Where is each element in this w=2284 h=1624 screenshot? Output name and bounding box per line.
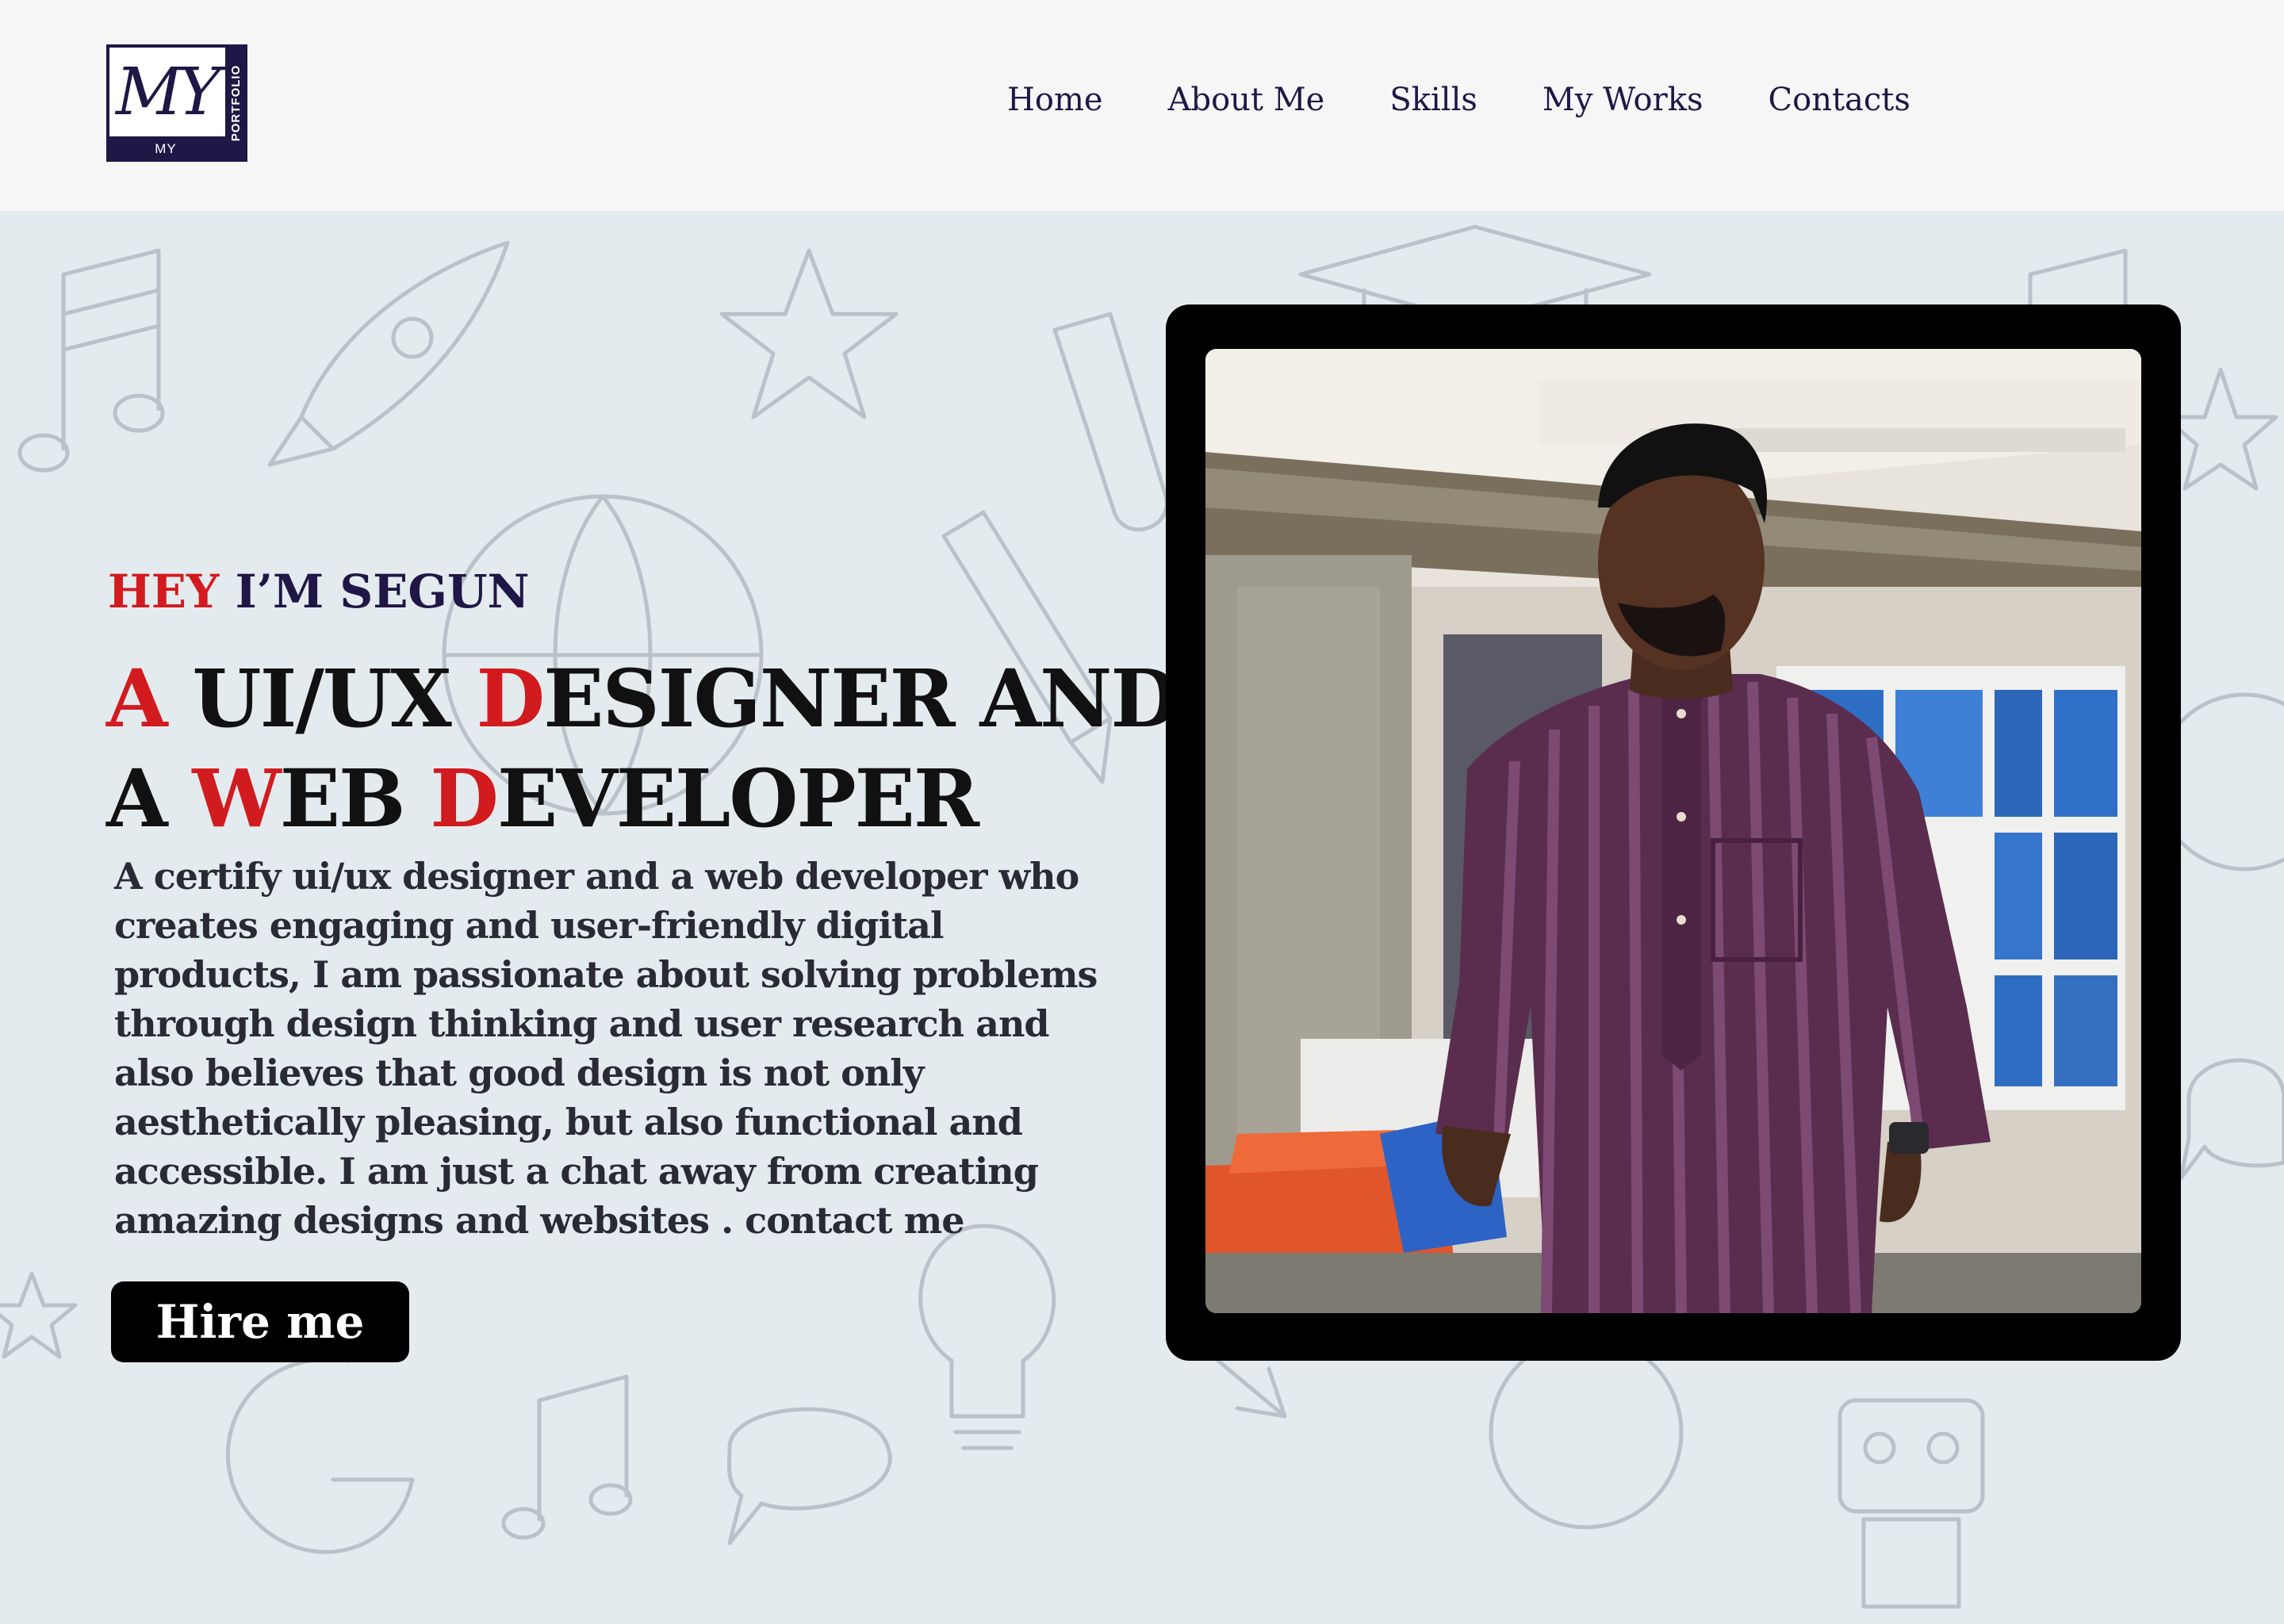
bio-line: A certify ui/ux designer and a web devel… [114, 855, 1079, 898]
headline-text: A [106, 752, 193, 845]
g-letter-doodle [225, 1357, 415, 1554]
profile-photo-frame [1166, 304, 2181, 1361]
headline-text: EB [279, 752, 431, 845]
greeting-accent: HEY [108, 565, 220, 619]
star-right-icon [2163, 367, 2278, 491]
nav-my-works[interactable]: My Works [1542, 76, 1703, 124]
hire-me-button[interactable]: Hire me [111, 1281, 409, 1362]
headline-initial-w: W [192, 752, 281, 845]
headline-text: EVELOPER [497, 752, 979, 845]
main-nav: Home About Me Skills My Works Contacts [1007, 76, 1910, 124]
nav-about-me[interactable]: About Me [1168, 76, 1325, 124]
nav-home[interactable]: Home [1007, 76, 1103, 124]
test-tube-icon [1052, 312, 1169, 532]
profile-photo [1205, 349, 2141, 1313]
bio-line: aesthetically pleasing, but also functio… [114, 1101, 1023, 1143]
hero-headline: A UI/UX DESIGNER AND A WEB DEVELOPER [106, 649, 1179, 848]
music-note-icon [17, 248, 165, 473]
speech-bubble-right-icon [2179, 1058, 2284, 1181]
robot-icon [1838, 1398, 1985, 1609]
lightbulb-icon [918, 1224, 1056, 1450]
bio-line: through design thinking and user researc… [114, 1002, 1050, 1045]
headline-initial-d: D [430, 752, 499, 845]
site-header: MY MY PORTFOLIO Home About Me Skills My … [0, 0, 2284, 211]
headline-text: ESIGNER AND [543, 652, 1179, 745]
headline-initial-a: A [106, 652, 168, 745]
portfolio-logo[interactable]: MY MY PORTFOLIO [106, 44, 247, 162]
circle-doodle [1489, 1335, 1684, 1530]
headline-line-1: A UI/UX DESIGNER AND [106, 649, 1179, 749]
bio-line: products, I am passionate about solving … [114, 953, 1098, 996]
rocket-icon [267, 240, 510, 467]
logo-bottom-text: MY [155, 141, 177, 156]
headline-text: UI/UX [166, 652, 477, 745]
bio-line: amazing designs and websites . contact m… [114, 1199, 965, 1242]
logo-script-text: MY [116, 55, 220, 130]
bio-line: accessible. I am just a chat away from c… [114, 1150, 1039, 1193]
star-icon [719, 248, 899, 419]
music-note-bottom-icon [501, 1374, 633, 1540]
speech-bubble-icon [726, 1407, 892, 1545]
headline-initial-d: D [476, 652, 546, 745]
logo-side-strip: PORTFOLIO [225, 44, 247, 162]
logo-mark-area: MY [109, 48, 225, 136]
hero-greeting: HEY I’M SEGUN [108, 563, 530, 620]
nav-contacts[interactable]: Contacts [1769, 76, 1910, 124]
bio-line: creates engaging and user-friendly digit… [114, 904, 944, 947]
nav-skills[interactable]: Skills [1389, 76, 1477, 124]
logo-side-text: PORTFOLIO [229, 64, 243, 142]
greeting-name: I’M SEGUN [219, 565, 530, 619]
headline-line-2: A WEB DEVELOPER [106, 749, 1137, 848]
star-left-icon [0, 1271, 78, 1359]
bio-line: also believes that good design is not on… [114, 1051, 924, 1094]
hero-bio: A certify ui/ux designer and a web devel… [114, 852, 1161, 1245]
